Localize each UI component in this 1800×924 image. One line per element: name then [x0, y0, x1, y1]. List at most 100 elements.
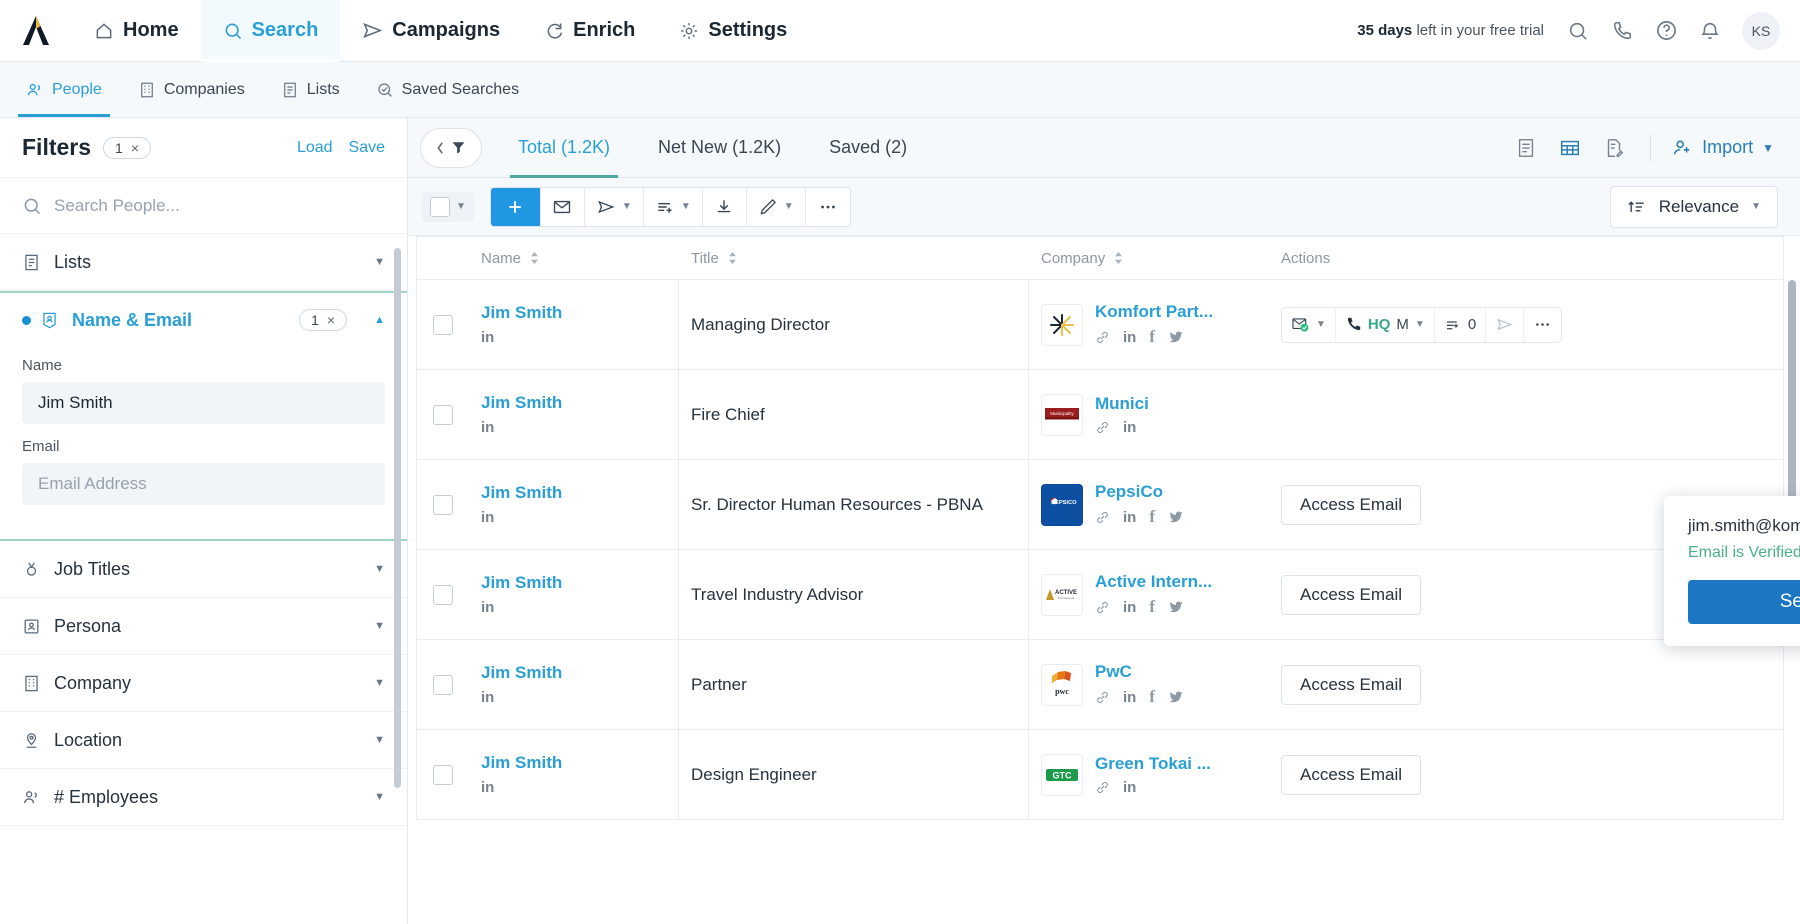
twitter-icon[interactable]: [1168, 509, 1184, 525]
company-name-link[interactable]: Green Tokai ...: [1095, 754, 1211, 774]
facet-header-num-employees[interactable]: # Employees ▼: [0, 769, 407, 825]
download-icon[interactable]: [702, 187, 747, 226]
link-icon[interactable]: [1095, 420, 1110, 435]
row-checkbox[interactable]: [433, 764, 453, 785]
select-all-control[interactable]: ▼: [422, 191, 474, 222]
linkedin-icon[interactable]: in: [481, 599, 562, 616]
column-header-company[interactable]: Company: [1029, 250, 1269, 267]
edit-icon[interactable]: ▼: [746, 187, 806, 226]
phone-hq-mobile-button[interactable]: HQ M ▼: [1336, 307, 1435, 342]
facebook-icon[interactable]: f: [1149, 597, 1155, 617]
avatar[interactable]: KS: [1742, 11, 1780, 50]
linkedin-icon[interactable]: in: [1123, 329, 1136, 346]
send-icon[interactable]: [1486, 307, 1525, 342]
access-email-button[interactable]: Access Email: [1281, 664, 1422, 705]
chevron-down-icon[interactable]: ▼: [681, 201, 691, 212]
chevron-down-icon[interactable]: ▼: [622, 201, 632, 212]
add-to-list-icon[interactable]: ▼: [643, 187, 703, 226]
nav-item-home[interactable]: Home: [72, 0, 201, 61]
more-icon[interactable]: [805, 187, 850, 226]
sort-arrows-icon[interactable]: [727, 251, 738, 265]
more-icon[interactable]: [1524, 308, 1561, 342]
chevron-down-icon[interactable]: ▼: [1751, 201, 1761, 212]
sort-arrows-icon[interactable]: [529, 251, 540, 265]
twitter-icon[interactable]: [1168, 599, 1184, 615]
facet-header-lists[interactable]: Lists ▼: [0, 234, 407, 290]
facet-header-company[interactable]: Company ▼: [0, 655, 407, 711]
search-people-input[interactable]: [54, 195, 385, 216]
facet-header-job-titles[interactable]: Job Titles ▼: [0, 541, 407, 597]
company-name-link[interactable]: Komfort Part...: [1095, 302, 1213, 322]
facet-count-chip-name-email[interactable]: 1 ×: [299, 309, 348, 331]
load-filters-button[interactable]: Load: [297, 139, 333, 157]
nav-item-search[interactable]: Search: [200, 0, 341, 62]
subnav-item-lists[interactable]: Lists: [263, 62, 358, 117]
chevron-down-icon[interactable]: ▼: [374, 734, 385, 746]
link-icon[interactable]: [1095, 690, 1110, 705]
select-all-checkbox[interactable]: [430, 196, 450, 217]
chevron-down-icon[interactable]: ▼: [374, 677, 385, 689]
column-header-title[interactable]: Title: [679, 250, 1029, 267]
facet-header-persona[interactable]: Persona ▼: [0, 598, 407, 654]
linkedin-icon[interactable]: in: [481, 419, 562, 436]
company-name-link[interactable]: Munici: [1095, 394, 1149, 414]
chevron-up-icon[interactable]: ▲: [374, 314, 385, 326]
chevron-down-icon[interactable]: ▼: [374, 620, 385, 632]
table-view-icon[interactable]: [1550, 128, 1590, 168]
add-to-list-button[interactable]: 0: [1435, 307, 1487, 342]
company-name-link[interactable]: PwC: [1095, 662, 1184, 682]
nav-item-settings[interactable]: Settings: [657, 0, 809, 61]
help-icon[interactable]: [1644, 9, 1688, 53]
chevron-down-icon[interactable]: ▼: [784, 201, 794, 212]
access-email-button[interactable]: Access Email: [1281, 754, 1422, 795]
doc-edit-view-icon[interactable]: [1594, 128, 1634, 168]
chevron-down-icon[interactable]: ▼: [456, 201, 466, 212]
table-row[interactable]: Jim Smith in Managing Director Komfort P…: [416, 280, 1784, 370]
subnav-item-saved-searches[interactable]: Saved Searches: [358, 62, 537, 117]
row-checkbox[interactable]: [433, 404, 453, 425]
row-checkbox[interactable]: [433, 584, 453, 605]
row-checkbox[interactable]: [433, 494, 453, 515]
person-name-link[interactable]: Jim Smith: [481, 663, 562, 683]
tab-saved[interactable]: Saved (2): [807, 118, 929, 178]
link-icon[interactable]: [1095, 330, 1110, 345]
subnav-item-people[interactable]: People: [8, 62, 120, 117]
table-row[interactable]: Jim Smith in Partner pwc PwC in f Access…: [416, 640, 1784, 730]
collapse-filter-icon[interactable]: [420, 127, 482, 168]
global-search-icon[interactable]: [1556, 9, 1600, 53]
facebook-icon[interactable]: f: [1149, 327, 1155, 347]
company-name-link[interactable]: PepsiCo: [1095, 482, 1184, 502]
row-checkbox[interactable]: [433, 674, 453, 695]
facebook-icon[interactable]: f: [1149, 687, 1155, 707]
twitter-icon[interactable]: [1168, 689, 1184, 705]
save-filters-button[interactable]: Save: [349, 139, 385, 157]
email-field-input[interactable]: Email Address: [22, 463, 385, 505]
linkedin-icon[interactable]: in: [1123, 599, 1136, 616]
link-icon[interactable]: [1095, 780, 1110, 795]
chevron-down-icon[interactable]: ▼: [374, 791, 385, 803]
clear-facet-icon[interactable]: ×: [327, 313, 335, 327]
search-people-box[interactable]: [0, 178, 407, 234]
nav-item-enrich[interactable]: Enrich: [522, 0, 657, 61]
send-an-email-button[interactable]: Send an Email: [1688, 580, 1800, 624]
chevron-down-icon[interactable]: ▼: [1415, 319, 1425, 330]
person-name-link[interactable]: Jim Smith: [481, 393, 562, 413]
sort-control[interactable]: Relevance ▼: [1609, 185, 1778, 228]
linkedin-icon[interactable]: in: [481, 509, 562, 526]
linkedin-icon[interactable]: in: [1123, 779, 1136, 796]
row-checkbox[interactable]: [433, 314, 453, 335]
linkedin-icon[interactable]: in: [1123, 689, 1136, 706]
facet-header-location[interactable]: Location ▼: [0, 712, 407, 768]
person-name-link[interactable]: Jim Smith: [481, 573, 562, 593]
linkedin-icon[interactable]: in: [481, 689, 562, 706]
email-icon[interactable]: [540, 187, 585, 226]
bell-icon[interactable]: [1688, 9, 1732, 53]
table-row[interactable]: Jim Smith in Sr. Director Human Resource…: [416, 460, 1784, 550]
sequence-icon[interactable]: ▼: [584, 187, 644, 226]
person-name-link[interactable]: Jim Smith: [481, 753, 562, 773]
sidebar-scrollbar-thumb[interactable]: [394, 248, 401, 788]
column-header-name[interactable]: Name: [469, 250, 679, 267]
import-button[interactable]: Import ▼: [1667, 137, 1778, 159]
link-icon[interactable]: [1095, 600, 1110, 615]
linkedin-icon[interactable]: in: [1123, 419, 1136, 436]
